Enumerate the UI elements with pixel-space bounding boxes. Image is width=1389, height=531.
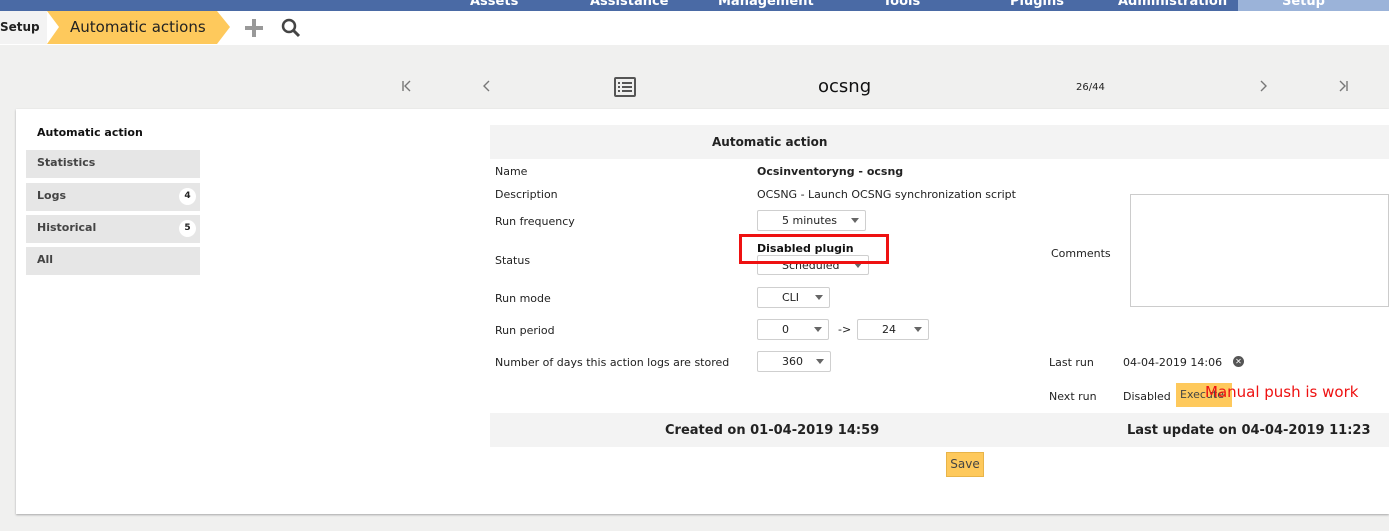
nav-management[interactable]: Management <box>718 0 814 9</box>
log-days-value: 360 <box>782 355 803 368</box>
log-days-select[interactable]: 360 <box>757 351 831 372</box>
chevron-down-icon <box>815 295 823 300</box>
tab-label: Historical <box>37 221 97 234</box>
search-icon[interactable] <box>280 17 302 39</box>
tab-badge: 5 <box>179 220 196 237</box>
nav-administration[interactable]: Administration <box>1118 0 1227 9</box>
run-period-label: Run period <box>495 324 555 337</box>
main-card: Automatic action Statistics Logs 4 Histo… <box>16 109 1389 514</box>
tab-logs[interactable]: Logs 4 <box>26 183 200 211</box>
tab-statistics[interactable]: Statistics <box>26 150 200 178</box>
nav-assets[interactable]: Assets <box>470 0 518 9</box>
comments-label: Comments <box>1051 247 1111 260</box>
created-date: Created on 01-04-2019 14:59 <box>665 423 880 438</box>
save-button[interactable]: Save <box>946 452 984 477</box>
run-period-from-select[interactable]: 0 <box>757 319 829 340</box>
log-days-label: Number of days this action logs are stor… <box>495 356 730 369</box>
disabled-plugin-note: Disabled plugin <box>757 242 854 255</box>
form-header: Automatic action <box>490 125 1389 159</box>
previous-record-icon[interactable] <box>481 80 493 92</box>
run-frequency-value: 5 minutes <box>782 214 838 227</box>
add-icon[interactable] <box>243 17 265 39</box>
annotation-text: Manual push is work <box>1205 383 1359 401</box>
next-record-icon[interactable] <box>1257 80 1269 92</box>
run-mode-value: CLI <box>782 291 800 304</box>
run-period-to-value: 24 <box>882 323 896 336</box>
nav-tools[interactable]: Tools <box>883 0 920 9</box>
status-label: Status <box>495 254 531 267</box>
breadcrumb: Setup Automatic actions <box>0 11 1389 45</box>
last-run-value: 04-04-2019 14:06 <box>1123 356 1223 369</box>
top-navigation: Assets Assistance Management Tools Plugi… <box>0 0 1389 11</box>
reset-icon[interactable]: ✕ <box>1233 356 1244 367</box>
last-record-icon[interactable] <box>1337 80 1349 92</box>
chevron-down-icon <box>851 218 859 223</box>
first-record-icon[interactable] <box>401 80 413 92</box>
tab-label: Statistics <box>37 156 96 169</box>
nav-setup[interactable]: Setup <box>1238 0 1389 11</box>
name-value: Ocsinventoryng - ocsng <box>757 165 904 178</box>
run-mode-select[interactable]: CLI <box>757 287 830 308</box>
next-run-label: Next run <box>1049 390 1097 403</box>
nav-assistance[interactable]: Assistance <box>590 0 669 9</box>
description-value: OCSNG - Launch OCSNG synchronization scr… <box>757 188 1016 201</box>
last-run-label: Last run <box>1049 356 1094 369</box>
run-period-arrow: -> <box>838 323 852 336</box>
chevron-down-icon <box>814 327 822 332</box>
record-navigation: ocsng 26/44 <box>0 45 1389 109</box>
run-period-to-select[interactable]: 24 <box>857 319 929 340</box>
run-period-from-value: 0 <box>782 323 789 336</box>
run-frequency-label: Run frequency <box>495 215 575 228</box>
tab-label: All <box>37 253 54 266</box>
chevron-down-icon <box>914 327 922 332</box>
description-label: Description <box>495 188 558 201</box>
nav-setup-label: Setup <box>1282 0 1325 9</box>
comments-textarea[interactable] <box>1130 194 1389 307</box>
run-frequency-select[interactable]: 5 minutes <box>757 210 866 231</box>
chevron-down-icon <box>816 359 824 364</box>
updated-date: Last update on 04-04-2019 11:23 <box>1127 423 1371 438</box>
tab-all[interactable]: All <box>26 247 200 275</box>
tab-historical[interactable]: Historical 5 <box>26 215 200 243</box>
nav-plugins[interactable]: Plugins <box>1010 0 1064 9</box>
record-counter: 26/44 <box>1076 82 1105 93</box>
name-label: Name <box>495 165 528 178</box>
breadcrumb-automatic-actions[interactable]: Automatic actions <box>47 11 230 44</box>
breadcrumb-current-label: Automatic actions <box>70 18 206 36</box>
next-run-value: Disabled <box>1123 390 1171 403</box>
tab-automatic-action[interactable]: Automatic action <box>37 126 143 139</box>
list-view-icon[interactable] <box>614 77 636 97</box>
tab-badge: 4 <box>179 188 196 205</box>
record-footer: Created on 01-04-2019 14:59 Last update … <box>490 413 1389 447</box>
tab-label: Logs <box>37 189 66 202</box>
run-mode-label: Run mode <box>495 292 551 305</box>
record-title: ocsng <box>818 76 872 97</box>
